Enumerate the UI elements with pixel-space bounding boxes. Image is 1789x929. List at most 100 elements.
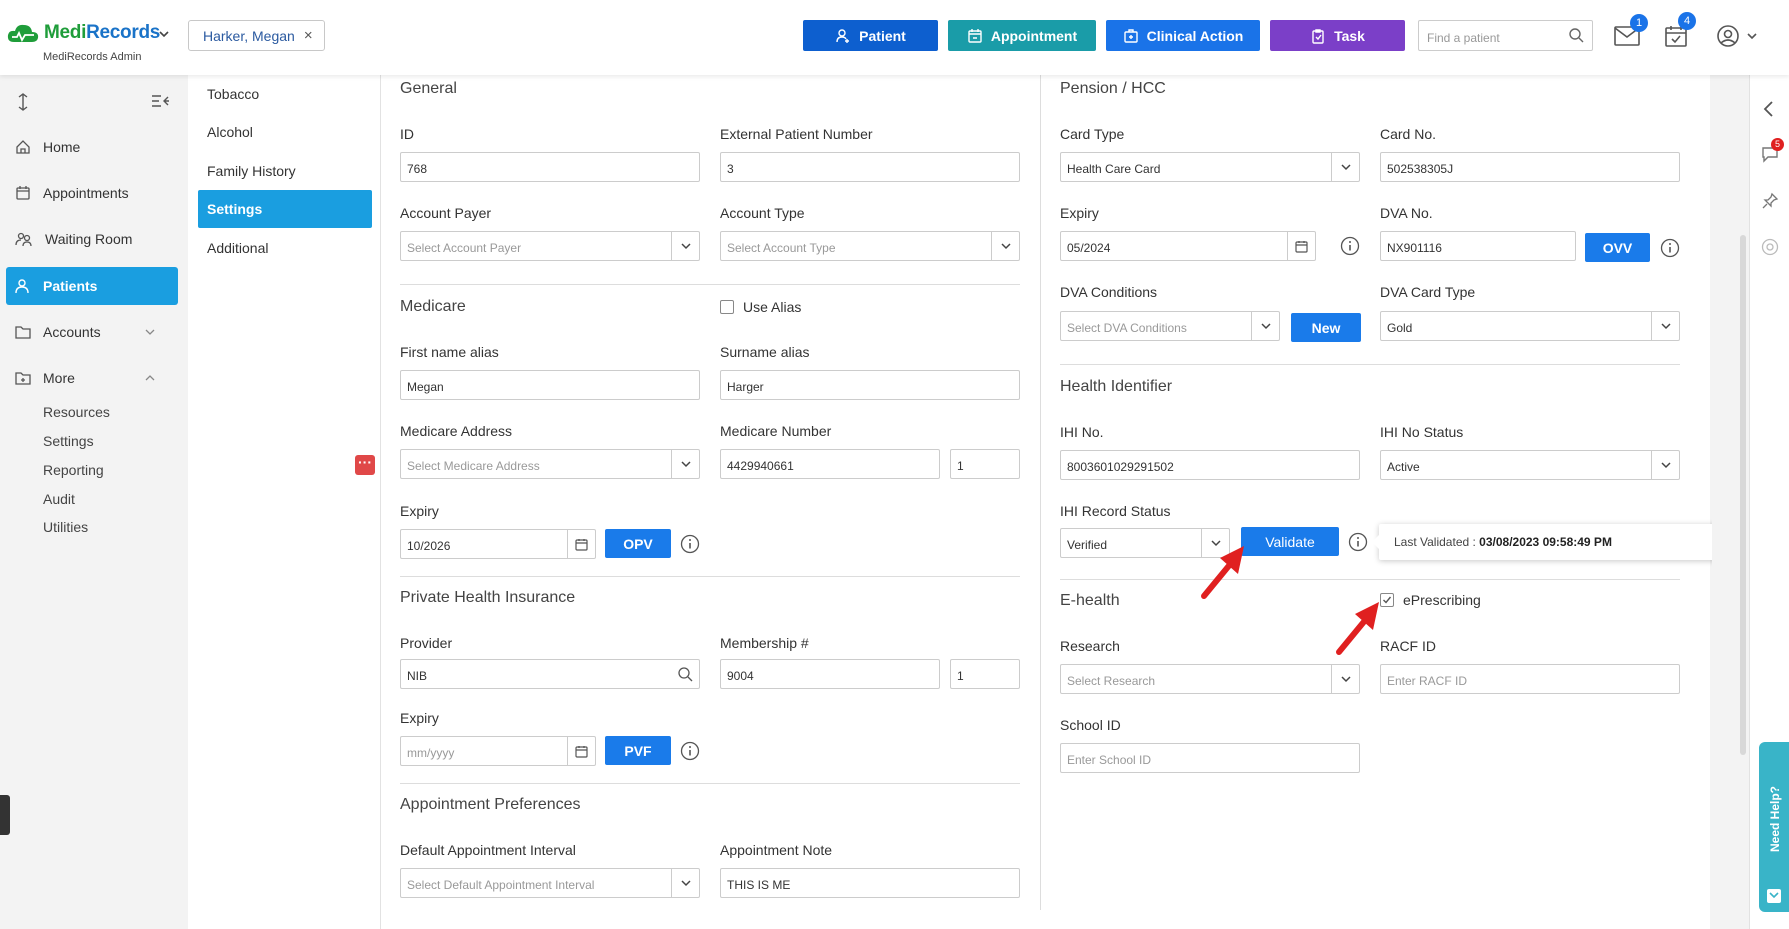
- account-type-select[interactable]: Select Account Type: [720, 231, 1020, 261]
- medicare-address-select[interactable]: Select Medicare Address: [400, 449, 700, 479]
- sidebar-item-home[interactable]: Home: [6, 128, 178, 166]
- provider-field[interactable]: NIB: [400, 659, 700, 689]
- info-icon[interactable]: [680, 741, 700, 761]
- chevron-down-icon[interactable]: [1251, 312, 1279, 340]
- card-no-field[interactable]: 502538305J: [1380, 152, 1680, 182]
- chevron-left-icon[interactable]: [1762, 100, 1776, 118]
- pension-expiry-field[interactable]: 05/2024: [1060, 231, 1316, 261]
- left-edge-handle[interactable]: [0, 795, 10, 835]
- account-payer-select[interactable]: Select Account Payer: [400, 231, 700, 261]
- default-appointment-interval-select[interactable]: Select Default Appointment Interval: [400, 868, 700, 898]
- dva-conditions-select[interactable]: Select DVA Conditions: [1060, 311, 1280, 341]
- info-icon[interactable]: [1340, 236, 1360, 256]
- id-field[interactable]: 768: [400, 152, 700, 182]
- scrollbar[interactable]: [1740, 235, 1746, 755]
- external-patient-number-field[interactable]: 3: [720, 152, 1020, 182]
- info-icon[interactable]: [1660, 238, 1680, 258]
- medirecords-logo[interactable]: MediRecords: [6, 22, 160, 44]
- ihi-no-field[interactable]: 8003601029291502: [1060, 450, 1360, 480]
- ovv-button[interactable]: OVV: [1585, 233, 1650, 262]
- search-icon[interactable]: [1568, 27, 1584, 43]
- chevron-down-icon[interactable]: [157, 27, 171, 41]
- sidebar-subitem-resources[interactable]: Resources: [43, 404, 110, 420]
- search-icon[interactable]: [677, 666, 693, 682]
- dva-card-type-select[interactable]: Gold: [1380, 311, 1680, 341]
- chevron-down-icon[interactable]: [991, 232, 1019, 260]
- chevron-down-icon[interactable]: [671, 869, 699, 897]
- calendar-icon[interactable]: [567, 737, 595, 765]
- tasks-button[interactable]: 4: [1664, 12, 1696, 48]
- subnav-alcohol[interactable]: Alcohol: [198, 113, 372, 151]
- surname-alias-field[interactable]: Harger: [720, 370, 1020, 400]
- active-patient-chip[interactable]: Harker, Megan ×: [188, 20, 325, 51]
- subnav-tobacco[interactable]: Tobacco: [198, 75, 372, 113]
- school-id-field[interactable]: Enter School ID: [1060, 743, 1360, 773]
- medicare-irn-field[interactable]: 1: [950, 449, 1020, 479]
- opv-button[interactable]: OPV: [605, 529, 671, 558]
- at-sign-icon[interactable]: [1761, 238, 1779, 256]
- racf-id-field[interactable]: Enter RACF ID: [1380, 664, 1680, 694]
- clinical-action-button[interactable]: Clinical Action: [1106, 20, 1260, 51]
- chat-badge: 5: [1771, 138, 1784, 151]
- sidebar-subitem-audit[interactable]: Audit: [43, 491, 75, 507]
- expand-vertical-icon[interactable]: [16, 93, 30, 111]
- ihi-no-status-value: Active: [1387, 460, 1420, 474]
- membership-sub-field[interactable]: 1: [950, 659, 1020, 689]
- chevron-down-icon[interactable]: [1331, 665, 1359, 693]
- pvf-button[interactable]: PVF: [605, 736, 671, 765]
- info-icon[interactable]: [680, 534, 700, 554]
- more-options-icon[interactable]: ···: [355, 455, 375, 475]
- task-button[interactable]: Task: [1270, 20, 1405, 51]
- pin-icon[interactable]: [1761, 192, 1779, 210]
- sidebar-item-more[interactable]: More: [6, 359, 178, 397]
- chevron-down-icon[interactable]: [1331, 153, 1359, 181]
- top-header: MediRecords MediRecords Admin Harker, Me…: [0, 0, 1789, 75]
- medicare-section-title: Medicare: [400, 298, 466, 315]
- appointment-button[interactable]: Appointment: [948, 20, 1096, 51]
- appointment-note-field[interactable]: THIS IS ME: [720, 868, 1020, 898]
- research-select[interactable]: Select Research: [1060, 664, 1360, 694]
- medicare-address-label: Medicare Address: [400, 423, 513, 439]
- phi-expiry-field[interactable]: mm/yyyy: [400, 736, 596, 766]
- need-help-tab[interactable]: Need Help?: [1759, 742, 1789, 912]
- first-name-alias-field[interactable]: Megan: [400, 370, 700, 400]
- subnav-settings[interactable]: Settings: [198, 190, 372, 228]
- membership-field[interactable]: 9004: [720, 659, 940, 689]
- chevron-down-icon[interactable]: [1651, 451, 1679, 479]
- chevron-down-icon[interactable]: [671, 232, 699, 260]
- subnav-family-history[interactable]: Family History: [198, 152, 372, 190]
- medicare-expiry-field[interactable]: 10/2026: [400, 529, 596, 559]
- calendar-icon[interactable]: [1287, 232, 1315, 260]
- sidebar-item-accounts[interactable]: Accounts: [6, 313, 178, 351]
- collapse-sidebar-icon[interactable]: [151, 94, 169, 108]
- user-menu-button[interactable]: [1716, 24, 1758, 48]
- close-icon[interactable]: ×: [304, 27, 313, 44]
- chevron-down-icon[interactable]: [671, 450, 699, 478]
- sidebar-item-waiting-room[interactable]: Waiting Room: [6, 220, 178, 258]
- patient-search-input[interactable]: Find a patient: [1418, 20, 1593, 51]
- sidebar-subitem-reporting[interactable]: Reporting: [43, 462, 104, 478]
- sidebar-subitem-settings[interactable]: Settings: [43, 433, 94, 449]
- card-type-select[interactable]: Health Care Card: [1060, 152, 1360, 182]
- dva-no-field[interactable]: NX901116: [1380, 231, 1576, 261]
- sidebar-item-appointments[interactable]: Appointments: [6, 174, 178, 212]
- chat-button[interactable]: 5: [1761, 138, 1784, 163]
- sidebar-item-label: More: [43, 370, 75, 386]
- validate-button[interactable]: Validate: [1241, 527, 1339, 556]
- user-plus-icon: [836, 28, 850, 43]
- mail-button[interactable]: 1: [1614, 14, 1648, 46]
- info-icon[interactable]: [1348, 532, 1368, 552]
- subnav-additional[interactable]: Additional: [198, 229, 372, 267]
- chevron-down-icon[interactable]: [1651, 312, 1679, 340]
- patient-button[interactable]: Patient: [803, 20, 938, 51]
- last-validated-tooltip: Last Validated : 03/08/2023 09:58:49 PM: [1372, 524, 1746, 560]
- sidebar-item-patients[interactable]: Patients: [6, 267, 178, 305]
- new-dva-condition-button[interactable]: New: [1291, 313, 1361, 342]
- calendar-icon[interactable]: [567, 530, 595, 558]
- ihi-no-status-select[interactable]: Active: [1380, 450, 1680, 480]
- ihi-no-label: IHI No.: [1060, 424, 1104, 440]
- medicare-number-field[interactable]: 4429940661: [720, 449, 940, 479]
- ihi-record-status-value: Verified: [1067, 538, 1108, 552]
- use-alias-checkbox[interactable]: [720, 300, 734, 314]
- sidebar-subitem-utilities[interactable]: Utilities: [43, 519, 88, 535]
